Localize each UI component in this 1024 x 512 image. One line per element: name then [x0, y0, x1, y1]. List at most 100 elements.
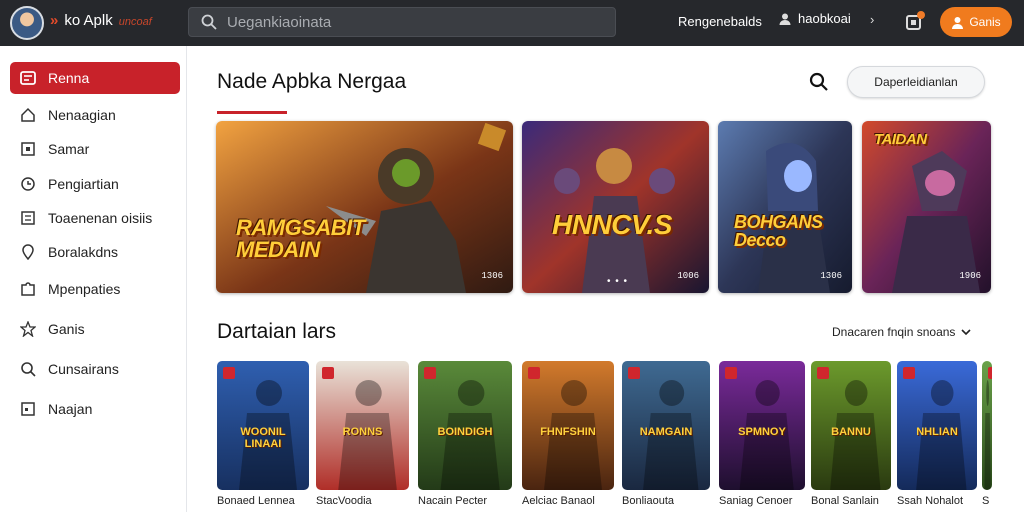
game-tile[interactable] — [982, 361, 992, 490]
game-tile[interactable]: BOINDIGH — [418, 361, 512, 490]
sidebar-item-10[interactable]: Naajan — [10, 393, 180, 425]
sidebar-item-5[interactable]: Toaenenan oisiis — [10, 202, 180, 234]
game-tile-label[interactable]: Bonliaouta — [622, 495, 710, 507]
sidebar-item-label: Pengiartian — [48, 176, 119, 192]
banner-title: HNNCV.S — [552, 209, 672, 240]
sidebar-item-home[interactable]: Renna — [10, 62, 180, 94]
game-tile-title: FHNFSHIN — [540, 426, 596, 438]
sidebar-item-7[interactable]: Mpenpaties — [10, 273, 180, 305]
banner-title: TAIDAN — [874, 131, 927, 148]
games-button[interactable]: Ganis — [940, 7, 1012, 37]
game-tile-title: BANNU — [831, 426, 871, 438]
user-menu[interactable]: haobkoai — [778, 11, 851, 26]
puzzle-icon — [19, 280, 37, 298]
section-sort-label: Dnacaren fnqin snoans — [832, 325, 956, 339]
banner-code: 1306 — [820, 271, 842, 281]
sidebar-item-4[interactable]: Pengiartian — [10, 168, 180, 200]
search-icon — [19, 360, 37, 378]
search-icon[interactable] — [809, 72, 829, 92]
games-button-label: Ganis — [969, 15, 1001, 29]
title-underline — [217, 111, 287, 114]
tile-badge — [628, 367, 640, 379]
game-tile-title: RONNS — [342, 426, 383, 438]
notification-dot — [917, 11, 925, 19]
sidebar-item-9[interactable]: Cunsairans — [10, 353, 180, 385]
game-tile-title: WOONIL LINAAI — [240, 426, 286, 450]
user-icon — [779, 13, 791, 25]
list-icon — [19, 209, 37, 227]
sidebar-item-label: Boralakdns — [48, 244, 119, 260]
banner-art — [216, 121, 513, 293]
game-tile-label[interactable]: Ssah Nohalot — [897, 495, 977, 507]
game-tile[interactable]: RONNS — [316, 361, 409, 490]
banner-code: 1906 — [959, 271, 981, 281]
game-tile[interactable]: FHNFSHIN — [522, 361, 614, 490]
filter-dropdown-label: Daperleidianlan — [874, 75, 958, 89]
game-tile-title: NAMGAIN — [639, 426, 693, 438]
banner-title: BOHGANS Decco — [734, 212, 823, 250]
game-tile-label[interactable]: Aelciac Banaol — [522, 495, 614, 507]
chevron-down-icon — [961, 328, 971, 335]
game-tile-label[interactable]: S — [982, 495, 992, 507]
game-tile-label[interactable]: Saniag Cenoer — [719, 495, 805, 507]
banner-card[interactable]: BOHGANS Decco 1306 — [718, 121, 852, 293]
square-icon — [19, 140, 37, 158]
section-sort-dropdown[interactable]: Dnacaren fnqin snoans — [832, 325, 971, 339]
sidebar-item-label: Nenaagian — [48, 107, 116, 123]
tile-badge — [322, 367, 334, 379]
tile-badge — [528, 367, 540, 379]
game-tile[interactable]: SPMNOY — [719, 361, 805, 490]
search-bar[interactable] — [188, 7, 616, 37]
user-name: haobkoai — [798, 11, 851, 26]
tile-badge — [903, 367, 915, 379]
sidebar-item-8[interactable]: Ganis — [10, 313, 180, 345]
search-input[interactable] — [227, 13, 587, 31]
brand-logo[interactable]: » ko Aplk uncoaf — [50, 12, 152, 29]
sidebar-item-3[interactable]: Samar — [10, 133, 180, 165]
game-tile-title: BOINDIGH — [437, 426, 493, 438]
tile-badge — [988, 367, 992, 379]
sidebar-item-label: Ganis — [48, 321, 85, 337]
banner-card[interactable]: RAMGSABIT MEDAIN 1306 — [216, 121, 513, 293]
recommended-link[interactable]: Rengenebalds — [678, 14, 762, 29]
game-tile[interactable]: WOONIL LINAAI — [217, 361, 309, 490]
game-tile-title: NHLIAN — [916, 426, 958, 438]
game-tile-label[interactable]: Bonaed Lennea — [217, 495, 309, 507]
banner-card[interactable]: HNNCV.S • • • 1006 — [522, 121, 709, 293]
gamepad-icon — [952, 16, 964, 29]
brand-name: ko Aplk — [64, 12, 113, 29]
game-tile[interactable]: NHLIAN — [897, 361, 977, 490]
sidebar: Renna Nenaagian Samar Pengiartian Toaene… — [0, 46, 187, 512]
top-bar: » ko Aplk uncoaf Rengenebalds haobkoai ›… — [0, 0, 1024, 46]
sidebar-item-label: Naajan — [48, 401, 93, 417]
sidebar-item-label: Cunsairans — [48, 361, 119, 377]
sidebar-item-2[interactable]: Nenaagian — [10, 99, 180, 131]
game-tile-label[interactable]: Bonal Sanlain — [811, 495, 891, 507]
tile-badge — [223, 367, 235, 379]
filter-dropdown[interactable]: Daperleidianlan — [847, 66, 985, 98]
page-title: Nade Apbka Nergaa — [217, 70, 407, 93]
banner-card[interactable]: TAIDAN 1906 — [862, 121, 991, 293]
avatar[interactable] — [10, 6, 44, 40]
sidebar-item-label: Mpenpaties — [48, 281, 121, 297]
sidebar-item-label: Renna — [48, 70, 90, 86]
brand-tagline: uncoaf — [118, 16, 152, 28]
game-tile[interactable]: BANNU — [811, 361, 891, 490]
game-tile-label[interactable]: Nacain Pecter — [418, 495, 512, 507]
banner-code: 1306 — [481, 271, 503, 281]
chevron-down-icon[interactable]: › — [870, 12, 874, 27]
pin-icon — [19, 243, 37, 261]
brand-mark: » — [50, 12, 59, 29]
sidebar-item-label: Toaenenan oisiis — [48, 210, 153, 226]
tile-badge — [725, 367, 737, 379]
section-title: Dartaian lars — [217, 320, 337, 343]
tile-badge — [817, 367, 829, 379]
clock-icon — [19, 175, 37, 193]
sidebar-item-6[interactable]: Boralakdns — [10, 236, 180, 268]
game-tile[interactable]: NAMGAIN — [622, 361, 710, 490]
game-tile-art — [982, 361, 992, 490]
star-icon — [19, 320, 37, 338]
game-tile-label[interactable]: StacVoodia — [316, 495, 409, 507]
tile-badge — [424, 367, 436, 379]
carousel-dots[interactable]: • • • — [607, 276, 628, 287]
